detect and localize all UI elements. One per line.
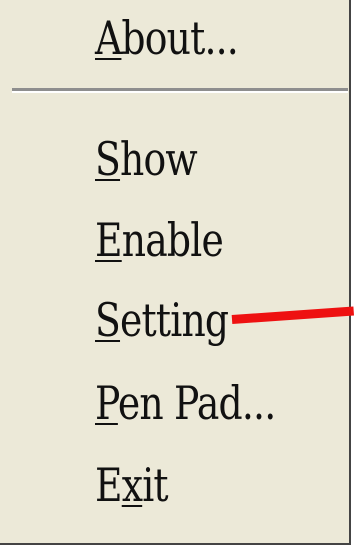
- red-pointer-arrow: [231, 306, 355, 324]
- mnemonic-letter: P: [95, 376, 119, 430]
- menu-item-label: it: [142, 458, 168, 512]
- menu-item-label: nable: [121, 213, 224, 267]
- menu-item-setting[interactable]: Setting: [95, 293, 229, 347]
- menu-item-label: en Pad...: [117, 376, 276, 430]
- menu-item-label: etting: [120, 293, 229, 347]
- menu-item-label: bout...: [121, 11, 238, 65]
- menu-item-pen-pad[interactable]: Pen Pad...: [95, 376, 276, 430]
- menu-item-label-prefix: E: [95, 458, 123, 512]
- menu-item-exit[interactable]: Exit: [95, 458, 169, 512]
- menu-separator-highlight: [12, 91, 348, 93]
- context-menu: About... Show Enable Setting Pen Pad... …: [0, 0, 355, 545]
- mnemonic-letter: x: [121, 458, 143, 512]
- menu-item-label: how: [120, 132, 198, 186]
- menu-item-about[interactable]: About...: [95, 11, 239, 65]
- menu-item-show[interactable]: Show: [95, 132, 198, 186]
- mnemonic-letter: S: [95, 132, 121, 186]
- mnemonic-letter: S: [95, 293, 121, 347]
- menu-item-enable[interactable]: Enable: [95, 213, 224, 267]
- mnemonic-letter: E: [95, 213, 123, 267]
- mnemonic-letter: A: [95, 11, 122, 65]
